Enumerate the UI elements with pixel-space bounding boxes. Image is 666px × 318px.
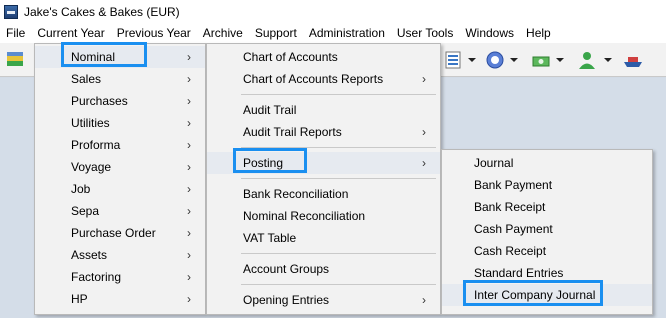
menu-item-hp[interactable]: HP › xyxy=(35,288,205,310)
chevron-right-icon: › xyxy=(187,138,191,152)
menu-item-audit-trail[interactable]: Audit Trail xyxy=(207,99,440,121)
menu-item-standard-entries[interactable]: Standard Entries xyxy=(442,262,652,284)
menu-item-cash-receipt[interactable]: Cash Receipt xyxy=(442,240,652,262)
menu-item-bank-payment[interactable]: Bank Payment xyxy=(442,174,652,196)
menu-item-utilities[interactable]: Utilities › xyxy=(35,112,205,134)
menu-item-nominal[interactable]: Nominal › xyxy=(35,46,205,68)
menu-item-chart-of-accounts-reports[interactable]: Chart of Accounts Reports › xyxy=(207,68,440,90)
current-year-menu: Nominal › Sales › Purchases › Utilities … xyxy=(34,43,206,315)
menu-item-account-groups[interactable]: Account Groups xyxy=(207,258,440,280)
app-icon xyxy=(4,4,18,19)
chevron-right-icon: › xyxy=(187,160,191,174)
chevron-right-icon: › xyxy=(187,248,191,262)
stack-icon[interactable] xyxy=(4,49,26,71)
menu-item-vat-table[interactable]: VAT Table xyxy=(207,227,440,249)
chevron-right-icon: › xyxy=(187,72,191,86)
chevron-right-icon: › xyxy=(187,270,191,284)
chevron-right-icon: › xyxy=(187,50,191,64)
chevron-right-icon: › xyxy=(187,116,191,130)
clock-icon[interactable] xyxy=(484,49,506,71)
chevron-down-icon[interactable] xyxy=(468,58,476,62)
chevron-right-icon: › xyxy=(422,156,426,170)
menu-item-voyage[interactable]: Voyage › xyxy=(35,156,205,178)
menu-item-audit-trail-reports[interactable]: Audit Trail Reports › xyxy=(207,121,440,143)
menu-item-bank-receipt[interactable]: Bank Receipt xyxy=(442,196,652,218)
menu-windows[interactable]: Windows xyxy=(459,23,520,43)
menu-help[interactable]: Help xyxy=(520,23,557,43)
menu-item-factoring[interactable]: Factoring › xyxy=(35,266,205,288)
menu-item-sales[interactable]: Sales › xyxy=(35,68,205,90)
window-title: Jake's Cakes & Bakes (EUR) xyxy=(24,4,180,19)
menu-item-job[interactable]: Job › xyxy=(35,178,205,200)
chevron-right-icon: › xyxy=(187,204,191,218)
menu-item-proforma[interactable]: Proforma › xyxy=(35,134,205,156)
chevron-down-icon[interactable] xyxy=(510,58,518,62)
chevron-right-icon: › xyxy=(187,292,191,306)
menu-item-chart-of-accounts[interactable]: Chart of Accounts xyxy=(207,46,440,68)
menu-item-purchases[interactable]: Purchases › xyxy=(35,90,205,112)
menu-item-sepa[interactable]: Sepa › xyxy=(35,200,205,222)
menu-separator xyxy=(241,284,436,285)
menu-item-journal[interactable]: Journal xyxy=(442,152,652,174)
chevron-down-icon[interactable] xyxy=(604,58,612,62)
posting-submenu: Journal Bank Payment Bank Receipt Cash P… xyxy=(441,149,653,315)
menu-item-cash-payment[interactable]: Cash Payment xyxy=(442,218,652,240)
nominal-submenu: Chart of Accounts Chart of Accounts Repo… xyxy=(206,43,441,315)
menu-support[interactable]: Support xyxy=(249,23,303,43)
menu-bar: File Current Year Previous Year Archive … xyxy=(0,23,666,43)
chevron-right-icon: › xyxy=(187,94,191,108)
chevron-down-icon[interactable] xyxy=(556,58,564,62)
chevron-right-icon: › xyxy=(187,226,191,240)
chevron-right-icon: › xyxy=(422,72,426,86)
menu-separator xyxy=(241,178,436,179)
menu-item-purchase-order[interactable]: Purchase Order › xyxy=(35,222,205,244)
menu-separator xyxy=(241,253,436,254)
menu-user-tools[interactable]: User Tools xyxy=(391,23,459,43)
menu-administration[interactable]: Administration xyxy=(303,23,391,43)
menu-item-assets[interactable]: Assets › xyxy=(35,244,205,266)
menu-file[interactable]: File xyxy=(0,23,31,43)
menu-current-year[interactable]: Current Year xyxy=(31,23,110,43)
chevron-right-icon: › xyxy=(422,125,426,139)
chevron-right-icon: › xyxy=(187,182,191,196)
user-icon[interactable] xyxy=(576,49,598,71)
menu-item-bank-reconciliation[interactable]: Bank Reconciliation xyxy=(207,183,440,205)
menu-item-inter-company-journal[interactable]: Inter Company Journal xyxy=(442,284,652,306)
menu-item-opening-entries[interactable]: Opening Entries › xyxy=(207,289,440,311)
menu-separator xyxy=(241,147,436,148)
menu-archive[interactable]: Archive xyxy=(197,23,249,43)
list-icon[interactable] xyxy=(442,49,464,71)
menu-item-posting[interactable]: Posting › xyxy=(207,152,440,174)
menu-separator xyxy=(241,94,436,95)
ship-icon[interactable] xyxy=(622,49,644,71)
title-bar: Jake's Cakes & Bakes (EUR) xyxy=(0,0,666,23)
menu-previous-year[interactable]: Previous Year xyxy=(111,23,197,43)
chevron-right-icon: › xyxy=(422,293,426,307)
money-icon[interactable] xyxy=(530,49,552,71)
menu-item-nominal-reconciliation[interactable]: Nominal Reconciliation xyxy=(207,205,440,227)
